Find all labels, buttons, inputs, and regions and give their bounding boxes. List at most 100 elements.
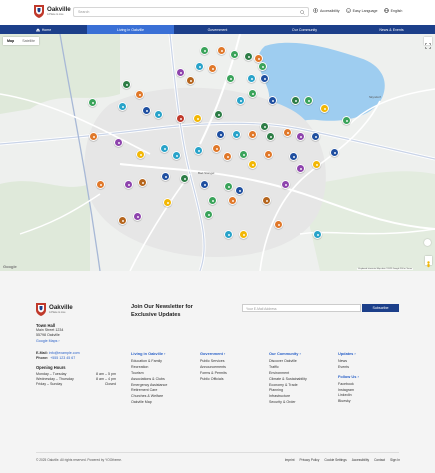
map-marker-icon[interactable]	[204, 210, 213, 219]
map-marker-icon[interactable]	[194, 146, 203, 155]
nav-living-in-oakville[interactable]: Living in Oakville	[87, 25, 174, 34]
footer-link[interactable]: Public Services	[200, 359, 227, 365]
subscribe-button[interactable]: Subscribe	[362, 304, 399, 312]
search-icon[interactable]	[300, 10, 305, 15]
cookie-settings-link[interactable]: Cookie Settings	[324, 458, 346, 462]
nav-home[interactable]: Home	[0, 25, 87, 34]
nav-government[interactable]: Government	[174, 25, 261, 34]
satellite-view-button[interactable]: Satellite	[18, 37, 39, 45]
column-title[interactable]: Living in Oakville ›	[131, 351, 167, 357]
map-marker-icon[interactable]	[236, 96, 245, 105]
map-marker-icon[interactable]	[320, 104, 329, 113]
map-marker-icon[interactable]	[260, 122, 269, 131]
map-marker-icon[interactable]	[208, 64, 217, 73]
column-title[interactable]: Our Community ›	[269, 351, 307, 357]
map-marker-icon[interactable]	[163, 198, 172, 207]
map-marker-icon[interactable]	[88, 98, 97, 107]
map-marker-icon[interactable]	[214, 110, 223, 119]
map-marker-icon[interactable]	[281, 180, 290, 189]
street-view-pegman-icon[interactable]	[425, 256, 432, 268]
map-marker-icon[interactable]	[230, 50, 239, 59]
map-marker-icon[interactable]	[96, 180, 105, 189]
interactive-map[interactable]: Map Satellite Skyndorf Bad Stangel Googl…	[0, 34, 435, 271]
column-title[interactable]: Updates ›	[338, 351, 359, 357]
imprint-link[interactable]: Imprint	[285, 458, 295, 462]
map-marker-icon[interactable]	[89, 132, 98, 141]
map-marker-icon[interactable]	[154, 110, 163, 119]
map-marker-icon[interactable]	[258, 62, 267, 71]
footer-link[interactable]: Announcements	[200, 365, 227, 371]
column-title[interactable]: Government ›	[200, 351, 227, 357]
nav-news-events[interactable]: News & Events	[348, 25, 435, 34]
contact-link[interactable]: Contact	[374, 458, 385, 462]
map-marker-icon[interactable]	[228, 196, 237, 205]
footer-link[interactable]: Events	[338, 365, 359, 371]
map-marker-icon[interactable]	[114, 138, 123, 147]
map-marker-icon[interactable]	[118, 216, 127, 225]
map-marker-icon[interactable]	[248, 89, 257, 98]
easy-language-button[interactable]: Easy Language	[345, 8, 378, 13]
map-marker-icon[interactable]	[216, 130, 225, 139]
footer-link[interactable]: Public Officials	[200, 377, 227, 383]
map-marker-icon[interactable]	[160, 144, 169, 153]
map-marker-icon[interactable]	[244, 52, 253, 61]
map-marker-icon[interactable]	[264, 150, 273, 159]
column-title[interactable]: Follow Us ›	[338, 374, 359, 380]
map-marker-icon[interactable]	[313, 230, 322, 239]
accessibility-button[interactable]: Accessibility	[313, 8, 340, 13]
map-marker-icon[interactable]	[239, 230, 248, 239]
map-marker-icon[interactable]	[223, 152, 232, 161]
map-marker-icon[interactable]	[133, 212, 142, 221]
map-marker-icon[interactable]	[136, 150, 145, 159]
map-marker-icon[interactable]	[180, 174, 189, 183]
footer-link[interactable]: Forms & Permits	[200, 371, 227, 377]
map-marker-icon[interactable]	[224, 182, 233, 191]
accessibility-link[interactable]: Accessibility	[352, 458, 369, 462]
language-button[interactable]: English	[383, 8, 402, 13]
map-marker-icon[interactable]	[208, 196, 217, 205]
map-marker-icon[interactable]	[124, 180, 133, 189]
privacy-policy-link[interactable]: Privacy Policy	[300, 458, 320, 462]
map-marker-icon[interactable]	[212, 144, 221, 153]
map-marker-icon[interactable]	[235, 186, 244, 195]
footer-link[interactable]: Security & Order	[269, 400, 307, 406]
map-marker-icon[interactable]	[138, 178, 147, 187]
map-marker-icon[interactable]	[274, 220, 283, 229]
map-marker-icon[interactable]	[342, 116, 351, 125]
map-marker-icon[interactable]	[186, 76, 195, 85]
map-marker-icon[interactable]	[172, 151, 181, 160]
map-marker-icon[interactable]	[296, 164, 305, 173]
map-view-button[interactable]: Map	[3, 37, 18, 45]
map-marker-icon[interactable]	[291, 96, 300, 105]
map-marker-icon[interactable]	[176, 114, 185, 123]
map-marker-icon[interactable]	[283, 128, 292, 137]
footer-logo[interactable]: Oakville A Place to Live	[36, 303, 73, 316]
map-marker-icon[interactable]	[232, 130, 241, 139]
footer-link[interactable]: Climate & Sustainability	[269, 377, 307, 383]
fullscreen-icon[interactable]	[424, 37, 432, 49]
map-marker-icon[interactable]	[248, 160, 257, 169]
nav-our-community[interactable]: Our Community	[261, 25, 348, 34]
map-marker-icon[interactable]	[135, 90, 144, 99]
map-marker-icon[interactable]	[176, 68, 185, 77]
map-marker-icon[interactable]	[266, 132, 275, 141]
map-marker-icon[interactable]	[248, 130, 257, 139]
my-location-icon[interactable]	[424, 239, 431, 246]
site-logo[interactable]: Oakville A Place to Live	[34, 5, 71, 18]
phone-link[interactable]: +555 123 45 67	[50, 356, 75, 360]
map-marker-icon[interactable]	[195, 62, 204, 71]
map-marker-icon[interactable]	[122, 80, 131, 89]
map-marker-icon[interactable]	[200, 46, 209, 55]
map-marker-icon[interactable]	[260, 74, 269, 83]
map-marker-icon[interactable]	[161, 172, 170, 181]
map-marker-icon[interactable]	[311, 132, 320, 141]
map-marker-icon[interactable]	[296, 132, 305, 141]
map-marker-icon[interactable]	[226, 74, 235, 83]
search-input[interactable]: Search	[73, 7, 309, 17]
map-marker-icon[interactable]	[224, 230, 233, 239]
map-marker-icon[interactable]	[217, 46, 226, 55]
map-marker-icon[interactable]	[268, 96, 277, 105]
map-marker-icon[interactable]	[193, 114, 202, 123]
map-marker-icon[interactable]	[247, 74, 256, 83]
newsletter-email-input[interactable]: Your E-Mail Address	[242, 304, 361, 312]
